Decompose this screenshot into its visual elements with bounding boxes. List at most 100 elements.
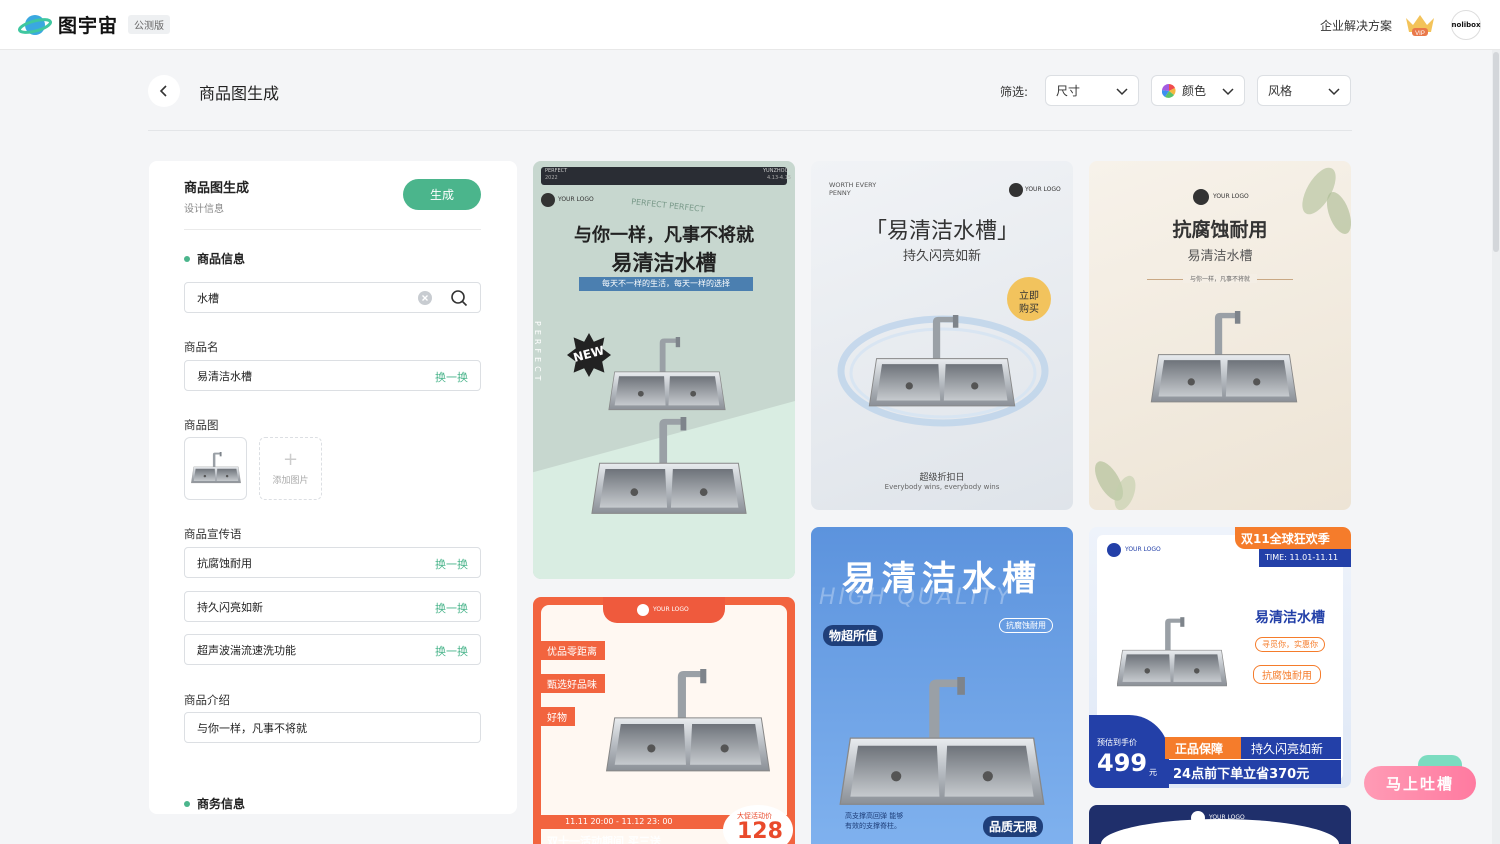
chevron-down-icon xyxy=(1222,88,1234,96)
template-card-4[interactable]: YOUR LOGO 优品零距离 甄选好品味 好物 11.11 20:00 - 1… xyxy=(533,597,795,844)
card4-logo-mark xyxy=(637,604,649,616)
enterprise-solutions-link[interactable]: 企业解决方案 xyxy=(1320,17,1392,34)
card6-guarantee: 正品保障 xyxy=(1175,742,1224,756)
style-filter-select[interactable]: 风格 xyxy=(1257,75,1351,106)
clear-icon[interactable] xyxy=(418,291,432,305)
card6-logo-mark xyxy=(1107,543,1121,557)
feedback-button[interactable]: 马上吐槽 xyxy=(1364,766,1476,800)
card5-description: 高支撑高回弹 能够有效的支撑脊柱。 xyxy=(845,812,904,830)
business-info-heading: 商务信息 xyxy=(184,795,245,812)
sink-image xyxy=(1149,311,1299,411)
card4-time: 11.11 20:00 - 11.12 23: 00 xyxy=(565,817,673,826)
card1-headline-2: 易清洁水槽 xyxy=(611,251,717,275)
card1-top-right: YUNZHOU xyxy=(763,168,789,174)
page-scrollbar-thumb[interactable] xyxy=(1493,52,1499,252)
card5-quality-badge: 品质无限 xyxy=(983,816,1044,837)
add-image-label: 添加图片 xyxy=(272,476,309,486)
card3-logo-text: YOUR LOGO xyxy=(1213,193,1249,200)
card4-logo-text: YOUR LOGO xyxy=(653,606,689,613)
product-info-heading: 商品信息 xyxy=(184,250,245,267)
intro-input[interactable]: 与你一样，凡事不将就 xyxy=(184,712,481,743)
product-name-label: 商品名 xyxy=(184,340,219,354)
sink-image xyxy=(867,315,1017,415)
card7-inner xyxy=(1101,819,1339,844)
swap-slogan-2-link[interactable]: 换一换 xyxy=(435,600,468,616)
card6-price-label: 预估到手价 xyxy=(1097,738,1137,747)
color-wheel-icon xyxy=(1162,83,1176,98)
product-name-input[interactable]: 易清洁水槽 换一换 xyxy=(184,360,481,391)
section-dot-icon xyxy=(184,255,190,262)
swap-slogan-3-link[interactable]: 换一换 xyxy=(435,643,468,659)
generate-button[interactable]: 生成 xyxy=(403,179,481,210)
slogan-input-2[interactable]: 持久闪亮如新 换一换 xyxy=(184,591,481,622)
filter-label: 筛选: xyxy=(1000,85,1029,99)
card4-price: 128 xyxy=(737,819,783,844)
card6-tag-1: 寻觅你，实惠你 xyxy=(1255,637,1325,652)
sink-image xyxy=(607,337,727,417)
leaf-decoration-icon xyxy=(1095,461,1136,510)
chevron-left-icon xyxy=(159,85,167,97)
product-image-thumbnail[interactable] xyxy=(184,437,247,500)
color-filter-select[interactable]: 颜色 xyxy=(1151,75,1245,106)
card3-tag: 与你一样，凡事不将就 xyxy=(1183,274,1257,283)
card6-product-name: 易清洁水槽 xyxy=(1255,610,1325,626)
card6-tag-2: 抗腐蚀耐用 xyxy=(1253,665,1321,684)
vip-crown-icon[interactable]: VIP xyxy=(1404,12,1436,38)
section-dot-icon xyxy=(184,800,190,807)
template-card-5[interactable]: 易清洁水槽 HIGH QUALITY 抗腐蚀耐用 物超所值 高支撑高回弹 能够有… xyxy=(811,527,1073,844)
card1-date: 4.13-4.15 xyxy=(767,175,792,181)
card6-price: 499 xyxy=(1097,749,1148,777)
slogan-input-1[interactable]: 抗腐蚀耐用 换一换 xyxy=(184,547,481,578)
intro-label: 商品介绍 xyxy=(184,693,230,707)
card6-shine: 持久闪亮如新 xyxy=(1251,742,1324,756)
slogan-value-1: 抗腐蚀耐用 xyxy=(197,556,252,570)
template-card-1[interactable]: PERFECT 2022 YUNZHOU 4.13-4.15 YOUR LOGO… xyxy=(533,161,795,579)
sink-image xyxy=(589,417,749,523)
card1-arc-text: PERFECT PERFECT xyxy=(630,197,705,214)
size-filter-select[interactable]: 尺寸 xyxy=(1045,75,1139,106)
template-card-2[interactable]: WORTH EVERY PENNY YOUR LOGO 「易清洁水槽」 持久闪亮… xyxy=(811,161,1073,510)
card7-logo-mark xyxy=(1191,811,1205,825)
template-card-7[interactable]: YOUR LOGO xyxy=(1089,805,1351,844)
sink-image xyxy=(839,677,1045,817)
slogan-label: 商品宣传语 xyxy=(184,527,242,541)
card4-bottom-text: 双十一活动期间 买三送 xyxy=(547,835,661,844)
back-button[interactable] xyxy=(148,75,180,107)
product-info-label: 商品信息 xyxy=(197,252,246,266)
card2-footer-2: Everybody wins, everybody wins xyxy=(884,483,1000,491)
product-search-input[interactable]: 水槽 xyxy=(184,282,481,313)
card6-time: TIME: 11.01-11.11 xyxy=(1265,553,1339,562)
card2-footer-1: 超级折扣日 xyxy=(919,473,965,483)
card2-logo-mark xyxy=(1009,183,1023,197)
page-title: 商品图生成 xyxy=(199,84,280,103)
template-card-3[interactable]: YOUR LOGO 抗腐蚀耐用 易清洁水槽 与你一样，凡事不将就 xyxy=(1089,161,1351,510)
template-card-6[interactable]: YOUR LOGO 双11全球狂欢季 TIME: 11.01-11.11 易清洁… xyxy=(1089,527,1351,788)
style-filter-value: 风格 xyxy=(1268,84,1293,98)
brand-logo[interactable]: 图宇宙 公测版 xyxy=(17,11,171,38)
search-icon[interactable] xyxy=(450,289,468,307)
planet-logo-icon xyxy=(17,12,53,38)
card1-year: 2022 xyxy=(545,175,558,181)
card1-vertical-text: PERFECT xyxy=(533,321,542,385)
card5-bubble: 物超所值 xyxy=(823,625,884,646)
sink-thumbnail-image xyxy=(191,452,241,486)
add-image-button[interactable]: + 添加图片 xyxy=(259,437,322,500)
card6-logo-text: YOUR LOGO xyxy=(1125,546,1161,553)
card1-ribbon: 每天不一样的生活，每天一样的选择 xyxy=(579,277,753,291)
card1-logo-mark xyxy=(541,193,555,207)
size-filter-value: 尺寸 xyxy=(1056,84,1081,98)
beta-badge: 公测版 xyxy=(128,15,171,34)
card5-tag: 抗腐蚀耐用 xyxy=(999,618,1053,633)
sink-image xyxy=(603,669,773,781)
card1-headline-1: 与你一样，凡事不将就 xyxy=(574,225,754,246)
slogan-input-3[interactable]: 超声波湍流速洗功能 换一换 xyxy=(184,634,481,665)
product-search-value: 水槽 xyxy=(197,291,219,305)
intro-value: 与你一样，凡事不将就 xyxy=(197,721,307,735)
vip-label: VIP xyxy=(1415,31,1425,37)
card4-tag-2: 甄选好品味 xyxy=(539,674,605,693)
card2-headline: 「易清洁水槽」 xyxy=(864,219,1019,244)
swap-name-link[interactable]: 换一换 xyxy=(435,369,468,385)
user-avatar[interactable]: nolibox xyxy=(1451,10,1481,40)
card1-top-bar xyxy=(541,167,787,185)
swap-slogan-1-link[interactable]: 换一换 xyxy=(435,556,468,572)
